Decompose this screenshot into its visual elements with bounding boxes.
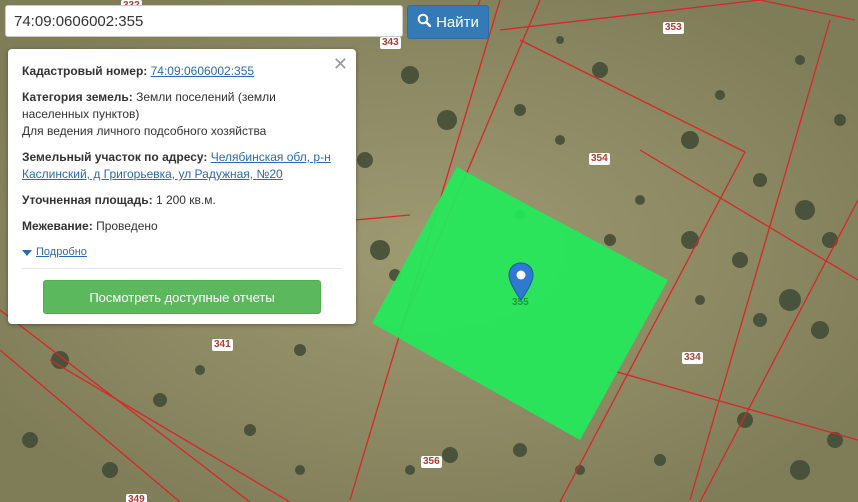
divider <box>22 268 342 269</box>
category-label: Категория земель: <box>22 90 133 104</box>
details-toggle[interactable]: Подробно <box>22 244 342 261</box>
view-reports-button[interactable]: Посмотреть доступные отчеты <box>43 280 321 314</box>
parcel-label: 356 <box>421 456 442 468</box>
search-button[interactable]: Найти <box>407 5 489 39</box>
survey-label: Межевание: <box>22 219 93 233</box>
view-reports-label: Посмотреть доступные отчеты <box>89 289 275 305</box>
close-icon[interactable]: ✕ <box>333 55 348 73</box>
parcel-label: 334 <box>682 352 703 364</box>
parcel-label: 341 <box>212 339 233 351</box>
details-label: Подробно <box>36 246 87 258</box>
address-row: Земельный участок по адресу: Челябинская… <box>22 149 342 183</box>
parcel-info-panel: ✕ Кадастровый номер: 74:09:0606002:355 К… <box>8 49 356 324</box>
category-use: Для ведения личного подсобного хозяйства <box>22 124 267 138</box>
cadastral-row: Кадастровый номер: 74:09:0606002:355 <box>22 63 342 80</box>
parcel-label: 353 <box>663 22 684 34</box>
search-icon <box>417 13 432 31</box>
area-label: Уточненная площадь: <box>22 193 153 207</box>
address-label: Земельный участок по адресу: <box>22 150 208 164</box>
search-input[interactable] <box>5 5 403 37</box>
category-row: Категория земель: Земли поселений (земли… <box>22 89 342 140</box>
search-button-label: Найти <box>436 13 479 31</box>
search-bar <box>5 5 405 39</box>
parcel-label: 354 <box>589 153 610 165</box>
parcel-label: 349 <box>126 494 147 502</box>
area-row: Уточненная площадь: 1 200 кв.м. <box>22 192 342 209</box>
cadastral-label: Кадастровый номер: <box>22 64 148 78</box>
area-value: 1 200 кв.м. <box>155 193 216 207</box>
survey-row: Межевание: Проведено <box>22 218 342 235</box>
triangle-down-icon <box>22 249 32 256</box>
cadastral-number-link[interactable]: 74:09:0606002:355 <box>151 64 254 78</box>
survey-value: Проведено <box>96 219 158 233</box>
